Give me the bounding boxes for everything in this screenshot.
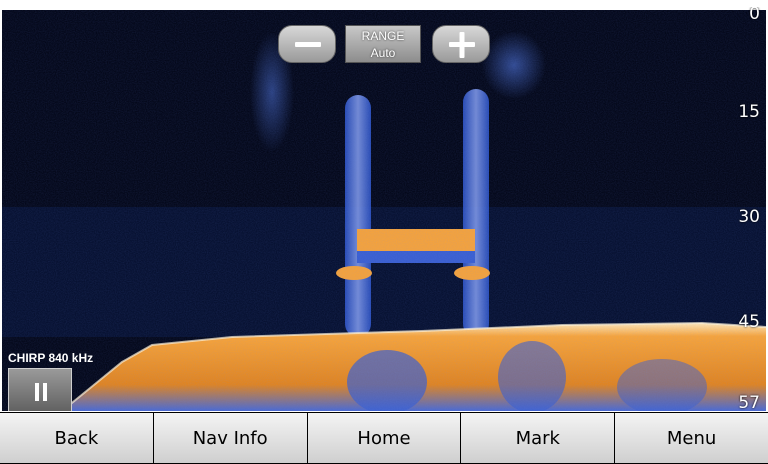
range-increase-button[interactable]	[432, 25, 490, 63]
range-title: RANGE	[361, 29, 405, 43]
pause-icon	[35, 383, 47, 401]
depth-scale	[2, 7, 766, 10]
depth-label-57: 57	[738, 393, 760, 411]
sonar-view[interactable]: 0 15 30 45 57 RANGE Auto CHIRP 840 kHz	[2, 7, 766, 411]
nav-info-button[interactable]: Nav Info	[153, 413, 307, 463]
range-decrease-button[interactable]	[278, 25, 336, 63]
pause-button[interactable]	[8, 368, 72, 411]
back-button[interactable]: Back	[0, 413, 153, 463]
sonar-image	[2, 7, 766, 411]
depth-label-45: 45	[738, 312, 760, 332]
depth-label-0: 0	[749, 7, 760, 24]
home-button[interactable]: Home	[307, 413, 461, 463]
bottom-nav-bar: Back Nav Info Home Mark Menu	[0, 412, 768, 464]
range-display: RANGE Auto	[345, 25, 421, 63]
mark-button[interactable]: Mark	[461, 413, 615, 463]
range-control: RANGE Auto	[278, 19, 490, 67]
menu-button[interactable]: Menu	[615, 413, 768, 463]
depth-label-15: 15	[738, 102, 760, 122]
frequency-label: CHIRP 840 kHz	[8, 351, 94, 365]
sonar-screen: 0 15 30 45 57 RANGE Auto CHIRP 840 kHz B…	[0, 0, 768, 464]
plus-icon	[449, 32, 475, 58]
range-value: Auto	[370, 46, 396, 60]
depth-label-30: 30	[738, 207, 760, 227]
minus-icon	[295, 42, 321, 47]
